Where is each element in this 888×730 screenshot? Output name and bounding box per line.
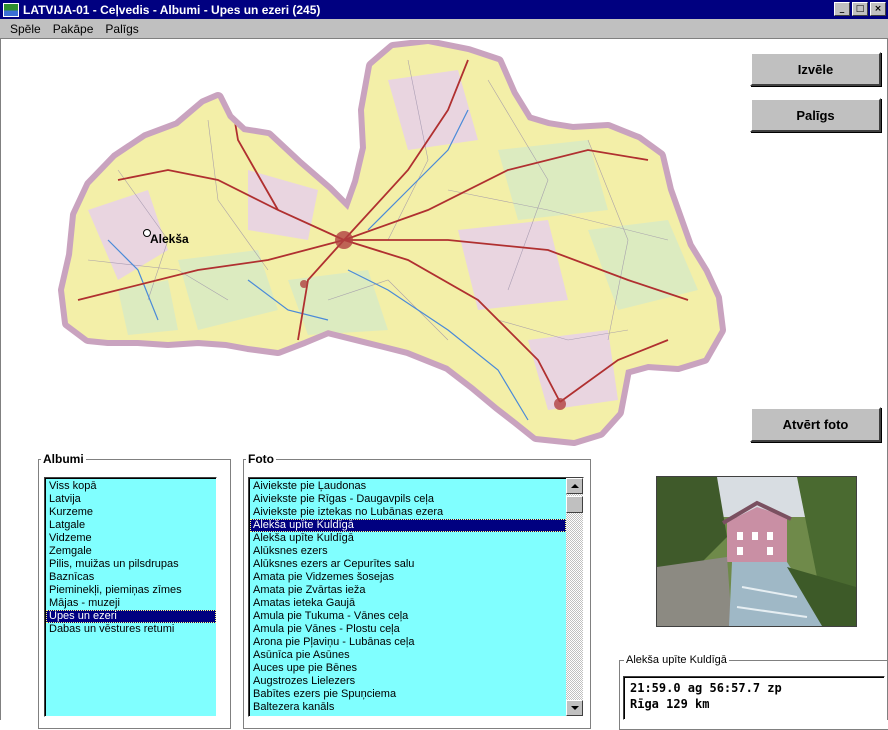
scroll-thumb[interactable] <box>566 496 583 513</box>
foto-list-item[interactable]: Aiviekste pie iztekas no Lubānas ezera <box>250 506 566 519</box>
albumi-list-item[interactable]: Upes un ezeri <box>46 610 216 623</box>
foto-list-item[interactable]: Arona pie Pļaviņu - Lubānas ceļa <box>250 636 566 649</box>
open-photo-button[interactable]: Atvērt foto <box>750 407 881 442</box>
foto-list-item[interactable]: Amula pie Vānes - Plostu ceļa <box>250 623 566 636</box>
distance-line: Rīga 129 km <box>630 697 710 711</box>
albumi-list-item[interactable]: Pilis, muižas un pilsdrupas <box>46 558 216 571</box>
maximize-button[interactable]: □ <box>852 2 868 16</box>
foto-list-item[interactable]: Babītes ezers pie Spuņciema <box>250 688 566 701</box>
albumi-list-item[interactable]: Kurzeme <box>46 506 216 519</box>
albumi-list-item[interactable]: Dabas un vēstures retumi <box>46 623 216 636</box>
title-bar: LATVIJA-01 - Ceļvedis - Albumi - Upes un… <box>0 0 888 19</box>
close-button[interactable]: × <box>870 2 886 16</box>
photo-preview[interactable] <box>656 476 857 627</box>
menu-paligs[interactable]: Palīgs <box>99 22 144 36</box>
foto-list-item[interactable]: Amata pie Vidzemes šosejas <box>250 571 566 584</box>
foto-list-item[interactable]: Amula pie Tukuma - Vānes ceļa <box>250 610 566 623</box>
app-icon <box>3 2 19 17</box>
albumi-list-item[interactable]: Latgale <box>46 519 216 532</box>
albumi-items: Viss kopā Latvija Kurzeme Latgale Vidzeme Zem… <box>46 480 216 636</box>
map-svg[interactable] <box>28 40 728 450</box>
albumi-list-item[interactable]: Zemgale <box>46 545 216 558</box>
albumi-list-item[interactable]: Baznīcas <box>46 571 216 584</box>
menu-spele[interactable]: Spēle <box>4 22 47 36</box>
foto-list-item[interactable]: Aiviekste pie Rīgas - Daugavpils ceļa <box>250 493 566 506</box>
foto-list-item[interactable]: Alekša upīte Kuldīgā <box>250 519 566 532</box>
photo-image <box>657 477 856 626</box>
albumi-list-item[interactable]: Vidzeme <box>46 532 216 545</box>
arrow-up-icon <box>570 484 579 488</box>
foto-list-item[interactable]: Alūksnes ezers ar Cepurītes salu <box>250 558 566 571</box>
menu-pakape[interactable]: Pakāpe <box>47 22 100 36</box>
foto-label: Foto <box>246 452 276 466</box>
izvele-button[interactable]: Izvēle <box>750 52 881 86</box>
palidzibas-button[interactable]: Palīgs <box>750 98 881 132</box>
foto-list-item[interactable]: Auces upe pie Bēnes <box>250 662 566 675</box>
foto-list-item[interactable]: Augstrozes Lielezers <box>250 675 566 688</box>
foto-scrollbar[interactable] <box>566 478 583 716</box>
photo-caption: Alekša upīte Kuldīgā <box>624 653 729 667</box>
menu-bar: Spēle Pakāpe Palīgs <box>0 19 888 38</box>
albumi-list-item[interactable]: Viss kopā <box>46 480 216 493</box>
foto-items: Aiviekste pie Ļaudonas Aiviekste pie Rīga… <box>250 480 566 714</box>
scroll-up-button[interactable] <box>566 478 583 494</box>
foto-list-item[interactable]: Aiviekste pie Ļaudonas <box>250 480 566 493</box>
window-controls: _ □ × <box>834 2 886 16</box>
minimize-button[interactable]: _ <box>834 2 850 16</box>
albumi-listbox[interactable]: Viss kopā Latvija Kurzeme Latgale Vidzeme Zem… <box>44 477 217 717</box>
foto-listbox[interactable]: Aiviekste pie Ļaudonas Aiviekste pie Rīga… <box>248 477 584 717</box>
scroll-down-button[interactable] <box>566 700 583 716</box>
foto-list-item[interactable]: Baltezera kanāls <box>250 701 566 714</box>
albumi-list-item[interactable]: Mājas - muzeji <box>46 597 216 610</box>
albumi-list-item[interactable]: Latvija <box>46 493 216 506</box>
foto-list-item[interactable]: Alūksnes ezers <box>250 545 566 558</box>
foto-list-item[interactable]: Amata pie Zvārtas ieža <box>250 584 566 597</box>
map-marker-label: Alekša <box>150 232 189 246</box>
albumi-label: Albumi <box>41 452 86 466</box>
foto-list-item[interactable]: Alekša upīte Kuldīgā <box>250 532 566 545</box>
foto-list-item[interactable]: Asūnīca pie Asūnes <box>250 649 566 662</box>
arrow-down-icon <box>570 706 579 710</box>
coordinates-line: 21:59.0 ag 56:57.7 zp <box>630 681 782 695</box>
albumi-list-item[interactable]: Pieminekļi, piemiņas zīmes <box>46 584 216 597</box>
coordinates-panel: 21:59.0 ag 56:57.7 zp Rīga 129 km <box>623 676 885 720</box>
foto-list-item[interactable]: Amatas ieteka Gaujā <box>250 597 566 610</box>
window-title: LATVIJA-01 - Ceļvedis - Albumi - Upes un… <box>23 2 321 17</box>
latvia-map[interactable]: Alekša <box>28 40 728 450</box>
